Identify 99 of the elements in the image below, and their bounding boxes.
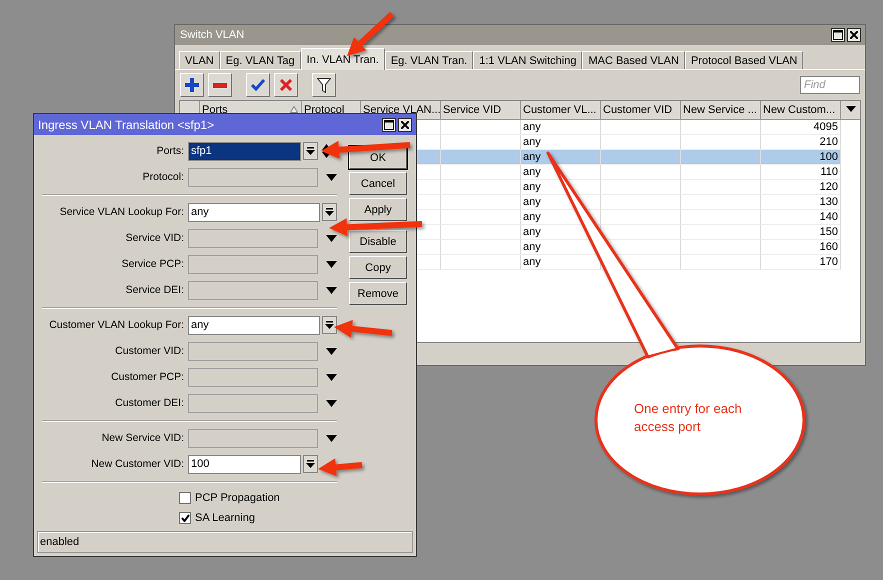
disable-button[interactable] xyxy=(274,73,298,97)
tab[interactable]: Eg. VLAN Tran. xyxy=(384,51,474,69)
table-cell: any xyxy=(523,121,541,133)
tab[interactable]: In. VLAN Tran. xyxy=(300,48,385,70)
dropdown-button[interactable] xyxy=(322,203,337,221)
check-icon xyxy=(251,79,265,91)
input-field[interactable] xyxy=(188,228,318,248)
close-button[interactable] xyxy=(398,118,412,132)
tab[interactable]: Eg. VLAN Tag xyxy=(220,51,301,69)
table-cell: 210 xyxy=(820,136,838,148)
close-icon xyxy=(401,120,409,128)
table-cell: 170 xyxy=(820,256,838,268)
checkbox-label[interactable]: SA Learning xyxy=(195,512,255,524)
search-field[interactable]: Find xyxy=(800,76,860,94)
input-field[interactable]: 100 xyxy=(188,454,301,474)
field-label: Customer VID: xyxy=(114,345,184,357)
window-title: Switch VLAN xyxy=(180,29,246,41)
table-cell: 160 xyxy=(820,241,838,253)
dialog-button[interactable]: Copy xyxy=(349,256,407,279)
enable-button[interactable] xyxy=(246,73,270,97)
add-button[interactable] xyxy=(180,73,204,97)
tab[interactable]: MAC Based VLAN xyxy=(582,51,685,69)
tab[interactable]: VLAN xyxy=(179,51,220,69)
dialog-button[interactable]: Cancel xyxy=(349,172,407,195)
table-cell: any xyxy=(523,211,541,223)
dropdown-button[interactable] xyxy=(303,455,318,473)
table-cell: 4095 xyxy=(814,121,838,133)
input-field[interactable]: sfp1 xyxy=(188,142,301,160)
field-label: Customer DEI: xyxy=(114,397,184,409)
dialog-button[interactable]: Apply xyxy=(349,198,407,221)
filter-button[interactable] xyxy=(312,73,336,97)
status-bar: enabled xyxy=(37,531,413,553)
input-field[interactable] xyxy=(188,368,318,386)
column-header[interactable]: Service VID xyxy=(441,101,521,119)
arrow xyxy=(318,458,362,476)
field-label: New Customer VID: xyxy=(90,458,184,470)
tab[interactable]: 1:1 VLAN Switching xyxy=(473,51,582,69)
caret-icon[interactable] xyxy=(326,434,337,442)
caret-icon[interactable] xyxy=(326,374,337,380)
caret-icon[interactable] xyxy=(326,348,337,354)
table-cell: 100 xyxy=(820,151,838,163)
spinner-icon[interactable] xyxy=(322,144,331,158)
table-cell: any xyxy=(523,241,541,253)
checkbox-label[interactable]: PCP Propagation xyxy=(195,492,280,504)
dialog-button[interactable]: Remove xyxy=(349,282,407,305)
dropdown-icon xyxy=(306,146,315,156)
tab[interactable]: Protocol Based VLAN xyxy=(684,51,804,69)
table-cell: 150 xyxy=(820,226,838,238)
funnel-icon xyxy=(317,78,331,92)
dialog-button[interactable]: Disable xyxy=(349,230,407,253)
dropdown-button[interactable] xyxy=(322,316,337,334)
checkbox[interactable] xyxy=(179,492,191,504)
dropdown-icon xyxy=(306,460,315,468)
table-cell: any xyxy=(523,136,541,148)
arrow xyxy=(347,12,394,56)
maximize-icon xyxy=(833,30,843,40)
close-icon xyxy=(850,31,858,39)
input-field[interactable] xyxy=(188,168,318,186)
caret-icon xyxy=(846,106,856,112)
callout-text: One entry for each access port xyxy=(634,400,743,436)
dropdown-icon xyxy=(325,320,334,330)
table-cell: any xyxy=(523,166,541,178)
minus-icon xyxy=(213,82,227,88)
field-label: Customer PCP: xyxy=(110,371,184,383)
maximize-button[interactable] xyxy=(382,118,396,132)
table-cell: any xyxy=(523,196,541,208)
column-header[interactable]: New Service ... xyxy=(681,101,761,119)
maximize-icon xyxy=(384,120,394,130)
input-field[interactable]: any xyxy=(188,316,320,334)
table-cell: any xyxy=(523,151,541,163)
plus-icon xyxy=(185,78,199,92)
input-field[interactable] xyxy=(188,280,318,300)
arrow xyxy=(334,320,392,338)
column-header[interactable]: Customer VL... xyxy=(521,101,601,119)
table-cell: 130 xyxy=(820,196,838,208)
column-header[interactable]: Customer VID xyxy=(601,101,681,119)
caret-icon[interactable] xyxy=(326,400,337,406)
input-field[interactable]: any xyxy=(188,202,320,222)
dropdown-icon xyxy=(325,208,334,216)
table-cell: any xyxy=(523,181,541,193)
field-label: Customer VLAN Lookup For: xyxy=(48,319,184,331)
input-field[interactable] xyxy=(188,254,318,274)
caret-icon[interactable] xyxy=(326,260,337,268)
table-cell: 140 xyxy=(820,211,838,223)
cross-icon xyxy=(280,79,292,91)
table-cell: any xyxy=(523,226,541,238)
input-field[interactable] xyxy=(188,342,318,360)
table-cell: 110 xyxy=(820,166,838,178)
input-field[interactable] xyxy=(188,428,318,448)
input-field[interactable] xyxy=(188,394,318,412)
column-header[interactable]: New Custom... xyxy=(761,101,841,119)
table-cell: any xyxy=(523,256,541,268)
remove-button[interactable] xyxy=(208,73,232,97)
field-label: Service DEI: xyxy=(124,284,184,296)
field-label: New Service VID: xyxy=(100,432,184,444)
checkbox[interactable] xyxy=(179,512,191,524)
table-cell: 120 xyxy=(820,181,838,193)
caret-icon[interactable] xyxy=(326,286,337,294)
dropdown-button[interactable] xyxy=(303,142,318,160)
